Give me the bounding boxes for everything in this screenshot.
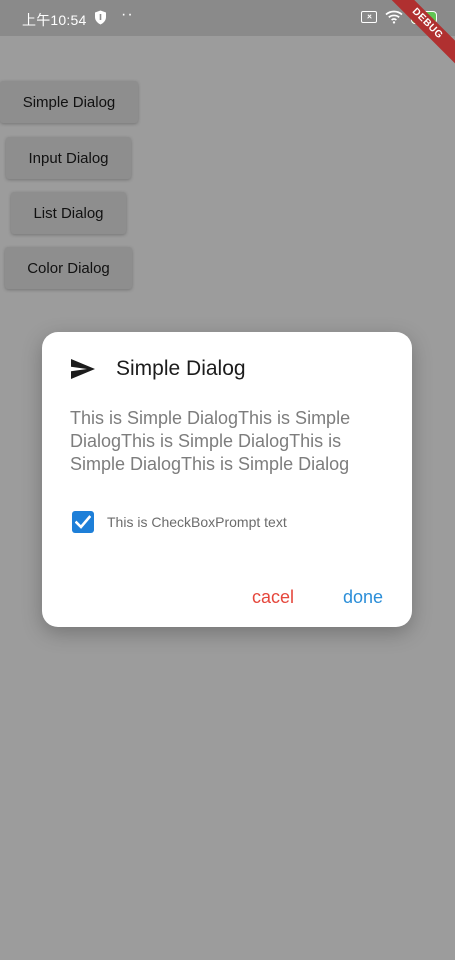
battery-icon — [411, 10, 437, 24]
dialog-message: This is Simple DialogThis is Simple Dial… — [70, 408, 351, 474]
send-icon — [71, 359, 95, 379]
checkbox-checked[interactable] — [72, 511, 94, 533]
sim-off-icon — [361, 11, 377, 23]
status-time: 上午10:54 — [22, 12, 87, 28]
input-dialog-button[interactable]: Input Dialog — [6, 137, 131, 179]
check-icon — [75, 515, 91, 529]
wifi-icon — [385, 10, 403, 24]
status-icons — [361, 10, 437, 24]
done-button[interactable]: done — [343, 587, 383, 608]
notification-dots: ·· — [121, 6, 134, 23]
simple-dialog: Simple Dialog This is Simple DialogThis … — [42, 332, 412, 627]
checkbox-prompt[interactable]: This is CheckBoxPrompt text — [72, 511, 287, 533]
list-dialog-button[interactable]: List Dialog — [11, 192, 126, 234]
simple-dialog-button[interactable]: Simple Dialog — [0, 81, 138, 123]
checkbox-label: This is CheckBoxPrompt text — [107, 514, 287, 530]
dialog-title: Simple Dialog — [116, 357, 246, 380]
shield-icon — [95, 10, 106, 25]
cancel-button[interactable]: cacel — [252, 587, 294, 608]
color-dialog-button[interactable]: Color Dialog — [5, 247, 132, 289]
status-bar: 上午10:54 ·· — [0, 0, 455, 36]
